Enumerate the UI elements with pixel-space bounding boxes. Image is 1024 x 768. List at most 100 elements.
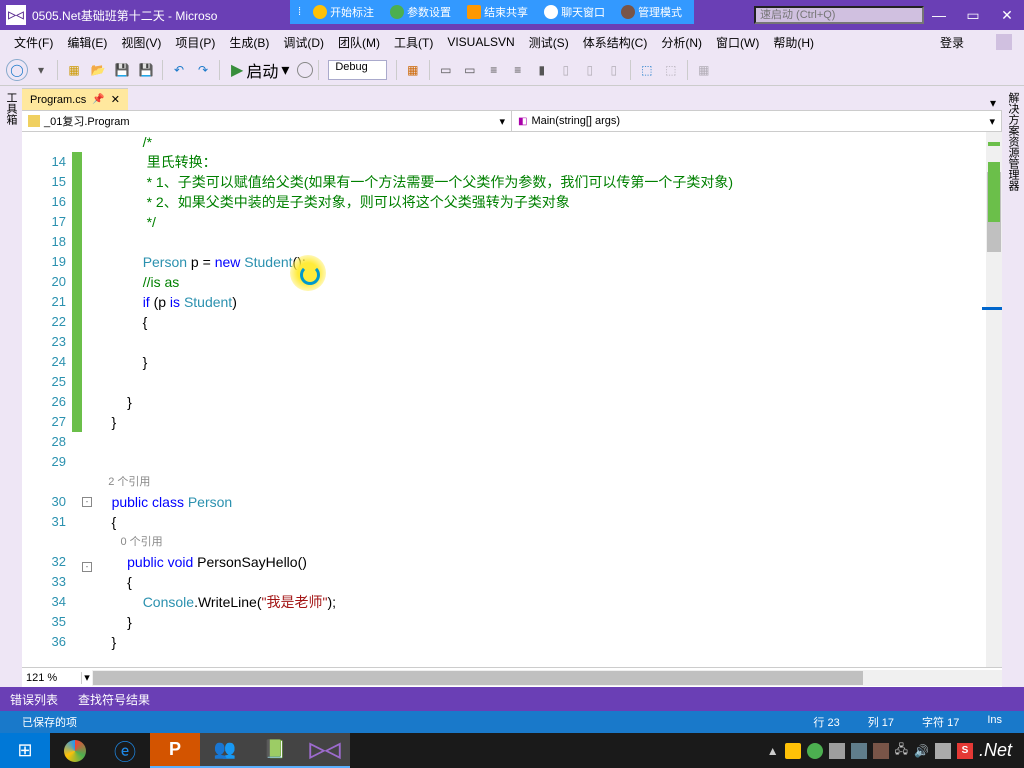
- uncomment-button[interactable]: ≡: [507, 59, 529, 81]
- sogou-icon[interactable]: S: [957, 743, 973, 759]
- menu-test[interactable]: 测试(S): [523, 34, 575, 51]
- menu-team[interactable]: 团队(M): [332, 34, 386, 51]
- menu-project[interactable]: 项目(P): [169, 34, 221, 51]
- tb-btn-1[interactable]: ▦: [402, 59, 424, 81]
- undo-button[interactable]: ↶: [168, 59, 190, 81]
- menu-view[interactable]: 视图(V): [115, 34, 167, 51]
- fold-toggle[interactable]: -: [82, 562, 92, 572]
- start-debug-button[interactable]: ▶启动▾: [225, 59, 295, 81]
- code-line[interactable]: Person p = new Student();: [96, 252, 1002, 272]
- tray-icon-4[interactable]: [851, 743, 867, 759]
- code-line[interactable]: * 2、如果父类中装的是子类对象，则可以将这个父类强转为子类对象: [96, 192, 1002, 212]
- tb-btn-11[interactable]: ▦: [693, 59, 715, 81]
- menu-file[interactable]: 文件(F): [8, 34, 59, 51]
- tray-up-icon[interactable]: ▲: [767, 744, 779, 758]
- code-line[interactable]: 0 个引用: [96, 532, 1002, 552]
- menu-edit[interactable]: 编辑(E): [61, 34, 113, 51]
- indent-more-button[interactable]: ▭: [459, 59, 481, 81]
- scroll-thumb-h[interactable]: [93, 671, 863, 685]
- task-chat[interactable]: 👥: [200, 733, 250, 768]
- toolbox-tab[interactable]: 工具箱: [0, 86, 22, 687]
- tb-btn-10[interactable]: ⬚: [660, 59, 682, 81]
- share-handle-icon[interactable]: ⁞: [294, 6, 305, 18]
- solution-explorer-tab[interactable]: 解决方案资源管理器: [1002, 86, 1024, 687]
- minimize-button[interactable]: —: [922, 0, 956, 30]
- code-line[interactable]: {: [96, 572, 1002, 592]
- start-button[interactable]: ⊞: [0, 733, 50, 768]
- tb-btn-6[interactable]: ▯: [555, 59, 577, 81]
- code-line[interactable]: }: [96, 412, 1002, 432]
- code-line[interactable]: if (p is Student): [96, 292, 1002, 312]
- find-symbol-tab[interactable]: 查找符号结果: [68, 691, 160, 708]
- code-line[interactable]: }: [96, 392, 1002, 412]
- share-chat-button[interactable]: 聊天窗口: [536, 4, 613, 20]
- menu-debug[interactable]: 调试(D): [277, 34, 330, 51]
- code-line[interactable]: }: [96, 612, 1002, 632]
- menu-analyze[interactable]: 分析(N): [655, 34, 708, 51]
- save-button[interactable]: 💾: [111, 59, 133, 81]
- code-line[interactable]: /*: [96, 132, 1002, 152]
- task-vs[interactable]: ▷◁: [300, 733, 350, 768]
- code-line[interactable]: 里氏转换：: [96, 152, 1002, 172]
- code-line[interactable]: public class Person: [96, 492, 1002, 512]
- share-manage-button[interactable]: 管理模式: [613, 4, 690, 20]
- open-file-button[interactable]: 📂: [87, 59, 109, 81]
- tb-btn-8[interactable]: ▯: [603, 59, 625, 81]
- close-button[interactable]: ✕: [990, 0, 1024, 30]
- code-line[interactable]: [96, 452, 1002, 472]
- code-line[interactable]: [96, 372, 1002, 392]
- error-list-tab[interactable]: 错误列表: [0, 691, 68, 708]
- pin-icon[interactable]: 📌: [92, 94, 104, 105]
- code-line[interactable]: [96, 432, 1002, 452]
- tray-icon-3[interactable]: [829, 743, 845, 759]
- vertical-scrollbar[interactable]: [986, 132, 1002, 667]
- class-dropdown[interactable]: _01复习.Program▾: [22, 111, 512, 131]
- tb-btn-7[interactable]: ▯: [579, 59, 601, 81]
- browser-select-button[interactable]: [297, 62, 313, 78]
- network-icon[interactable]: 🖧: [895, 740, 908, 761]
- code-line[interactable]: * 1、子类可以赋值给父类(如果有一个方法需要一个父类作为参数，我们可以传第一个…: [96, 172, 1002, 192]
- maximize-button[interactable]: ▭: [956, 0, 990, 30]
- code-editor[interactable]: 1415161718192021222324252627282930313233…: [22, 132, 1002, 667]
- shield-icon[interactable]: [785, 743, 801, 759]
- indent-less-button[interactable]: ▭: [435, 59, 457, 81]
- code-line[interactable]: }: [96, 352, 1002, 372]
- config-dropdown[interactable]: Debug: [328, 60, 386, 80]
- menu-window[interactable]: 窗口(W): [710, 34, 765, 51]
- zoom-dropdown[interactable]: 121 %: [22, 672, 82, 684]
- code-line[interactable]: }: [96, 632, 1002, 652]
- share-settings-button[interactable]: 参数设置: [382, 4, 459, 20]
- code-line[interactable]: */: [96, 212, 1002, 232]
- screen-share-toolbar[interactable]: ⁞ 开始标注 参数设置 结束共享 聊天窗口 管理模式: [290, 0, 694, 24]
- volume-icon[interactable]: 🔊: [914, 744, 929, 758]
- bookmark-button[interactable]: ▮: [531, 59, 553, 81]
- task-app-1[interactable]: [50, 733, 100, 768]
- menu-tools[interactable]: 工具(T): [388, 34, 439, 51]
- menu-visualsvn[interactable]: VISUALSVN: [441, 35, 520, 49]
- nav-back-button[interactable]: ◯: [6, 59, 28, 81]
- system-tray[interactable]: ▲ 🖧 🔊 S .Net: [767, 740, 1024, 761]
- login-link[interactable]: 登录: [940, 34, 994, 51]
- document-tab-program[interactable]: Program.cs 📌 ✕: [22, 88, 128, 110]
- tray-icon-6[interactable]: [935, 743, 951, 759]
- tab-overflow-button[interactable]: ▾: [984, 96, 1002, 110]
- tray-icon-5[interactable]: [873, 743, 889, 759]
- menu-architecture[interactable]: 体系结构(C): [577, 34, 654, 51]
- code-line[interactable]: Console.WriteLine("我是老师");: [96, 592, 1002, 612]
- task-ie[interactable]: ⓔ: [100, 733, 150, 768]
- code-line[interactable]: public void PersonSayHello(): [96, 552, 1002, 572]
- nav-fwd-button[interactable]: ▾: [30, 59, 52, 81]
- fold-toggle[interactable]: -: [82, 497, 92, 507]
- code-line[interactable]: {: [96, 312, 1002, 332]
- share-annotate-button[interactable]: 开始标注: [305, 4, 382, 20]
- member-dropdown[interactable]: ◧Main(string[] args)▾: [512, 111, 1002, 131]
- code-line[interactable]: [96, 232, 1002, 252]
- new-project-button[interactable]: ▦: [63, 59, 85, 81]
- redo-button[interactable]: ↷: [192, 59, 214, 81]
- save-all-button[interactable]: 💾: [135, 59, 157, 81]
- task-ppt[interactable]: P: [150, 733, 200, 768]
- menu-help[interactable]: 帮助(H): [767, 34, 820, 51]
- code-line[interactable]: 2 个引用: [96, 472, 1002, 492]
- tray-icon-2[interactable]: [807, 743, 823, 759]
- comment-button[interactable]: ≡: [483, 59, 505, 81]
